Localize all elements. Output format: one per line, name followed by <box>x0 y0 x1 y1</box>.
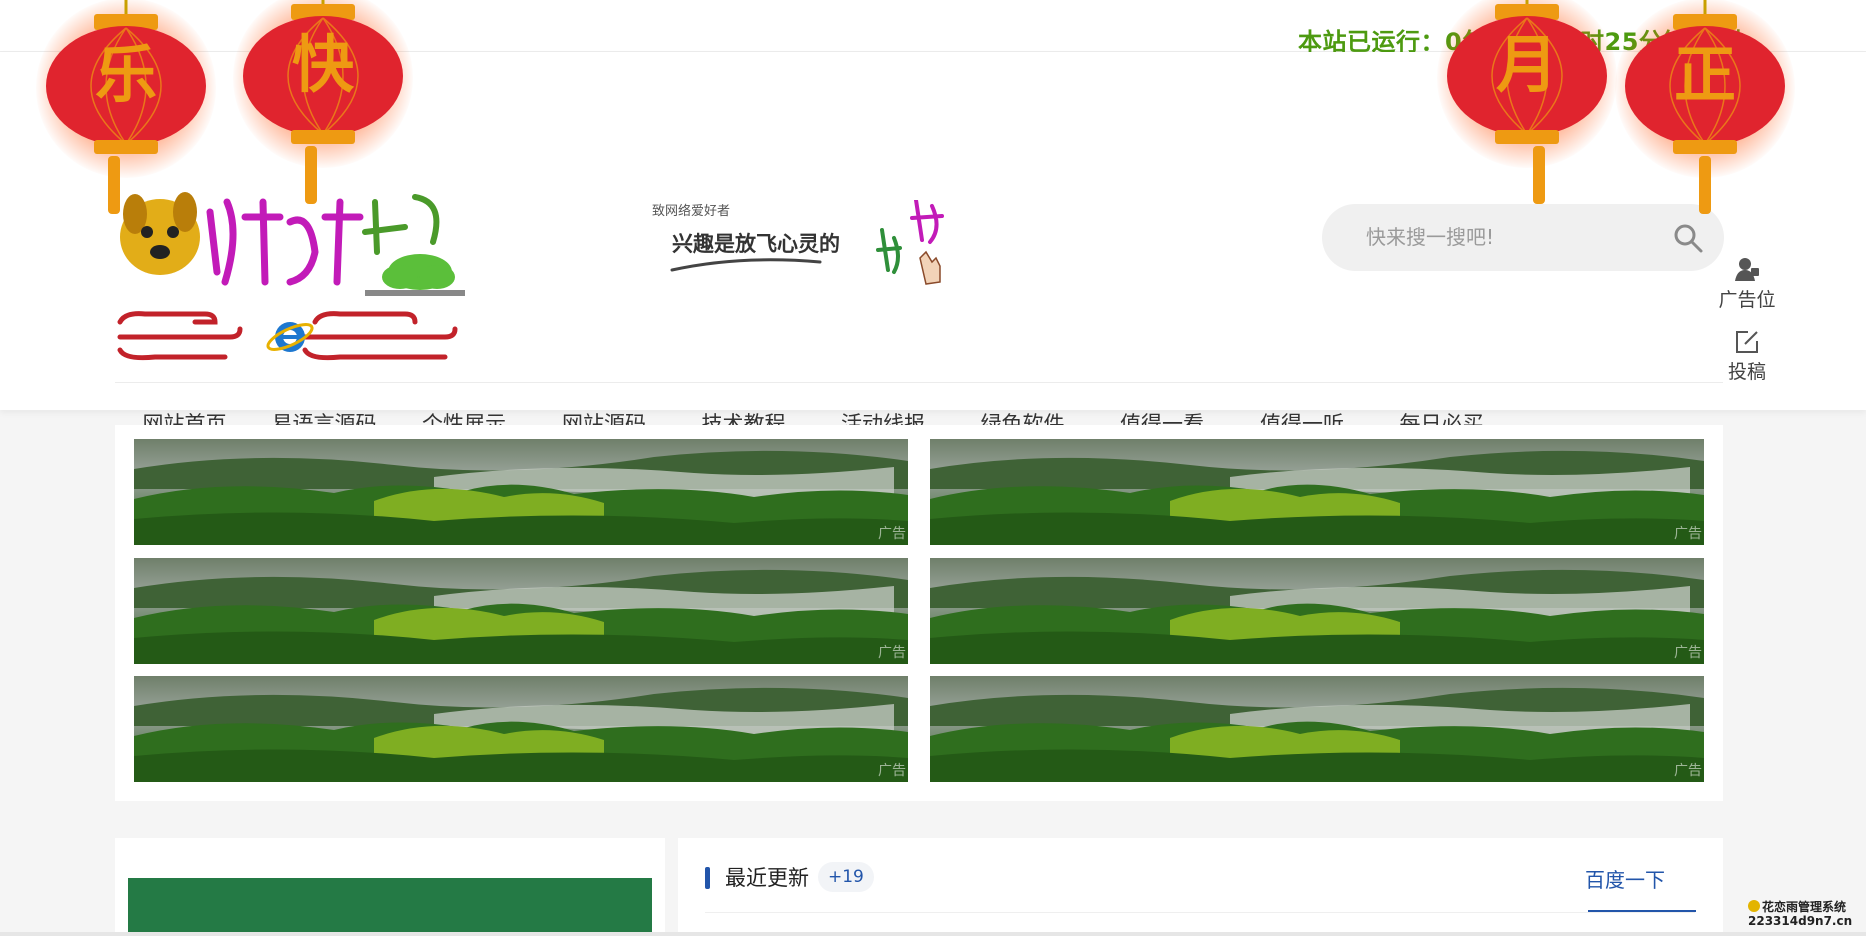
lantern-char: 正 <box>1673 38 1736 111</box>
section-marker <box>705 867 710 889</box>
ad-banner[interactable]: 广告 <box>134 439 908 545</box>
bottom-border <box>0 932 1866 936</box>
user-icon <box>1735 258 1759 281</box>
lantern: 快 <box>233 0 413 228</box>
recent-updates-count: +19 <box>818 862 874 892</box>
watermark-icon <box>1748 900 1760 912</box>
ad-tag: 广告 <box>1674 763 1702 779</box>
panel-divider <box>705 912 1695 913</box>
ad-tag: 广告 <box>1674 645 1702 661</box>
edit-icon <box>1736 331 1758 353</box>
forest-image <box>134 558 908 664</box>
ad-banner-grid: 广告 广告 广告 广告 广告 广告 <box>115 425 1723 801</box>
ad-banner[interactable]: 广告 <box>930 558 1704 664</box>
recent-updates-panel: 最近更新 +19 百度一下 <box>678 838 1723 936</box>
forest-image <box>134 439 908 545</box>
ad-slot-label: 广告位 <box>1718 289 1776 311</box>
forest-image <box>930 558 1704 664</box>
ad-banner[interactable]: 广告 <box>134 676 908 782</box>
slogan-decoration <box>670 200 944 285</box>
lantern-char: 月 <box>1495 28 1558 101</box>
lantern: 乐 <box>36 0 216 238</box>
site-slogan: 致网络爱好者 兴趣是放飞心灵的 <box>650 200 960 290</box>
ad-tag: 广告 <box>878 526 906 542</box>
watermark-line1: 花恋雨管理系统 <box>1762 900 1847 914</box>
forest-image <box>930 439 1704 545</box>
lantern-char: 快 <box>291 28 354 101</box>
forest-image <box>930 676 1704 782</box>
forest-image <box>134 676 908 782</box>
watermark: 花恋雨管理系统 223314d9n7.cn <box>1748 900 1866 930</box>
watermark-line2: 223314d9n7.cn <box>1748 914 1853 928</box>
baidu-tab[interactable]: 百度一下 <box>1585 864 1665 893</box>
ad-tag: 广告 <box>878 763 906 779</box>
left-panel <box>115 838 665 936</box>
lantern: 月 <box>1437 0 1617 228</box>
recent-updates-title: 最近更新 <box>725 866 809 890</box>
ad-tag: 广告 <box>878 645 906 661</box>
lantern: 正 <box>1615 0 1795 238</box>
ad-banner[interactable]: 广告 <box>930 439 1704 545</box>
ad-slot-button[interactable]: 广告位 <box>1712 255 1782 312</box>
ad-banner[interactable]: 广告 <box>930 676 1704 782</box>
submit-button[interactable]: 投稿 <box>1712 329 1782 384</box>
ad-tag: 广告 <box>1674 526 1702 542</box>
left-panel-banner[interactable] <box>128 878 652 936</box>
lantern-char: 乐 <box>94 38 157 111</box>
submit-label: 投稿 <box>1727 361 1766 383</box>
ad-banner[interactable]: 广告 <box>134 558 908 664</box>
